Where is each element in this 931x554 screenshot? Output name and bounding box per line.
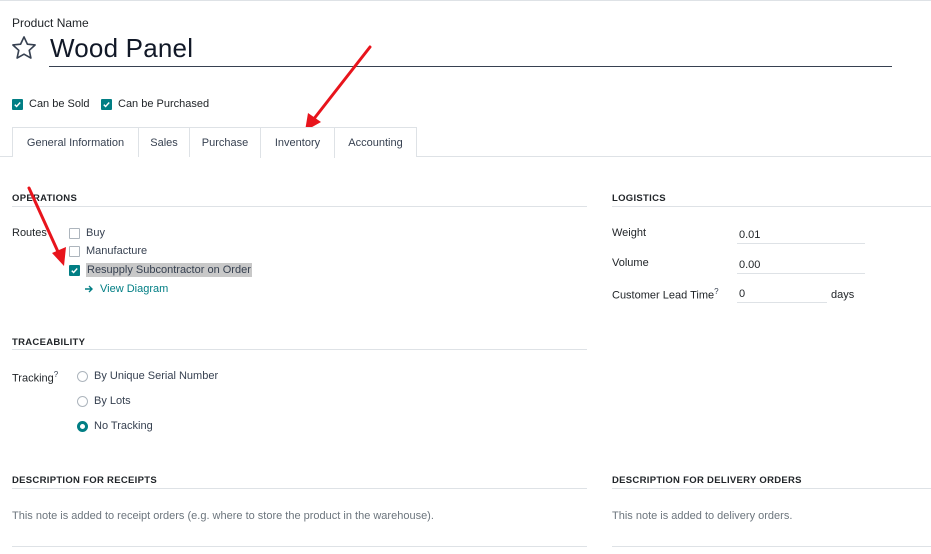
- routes-label: Routes: [12, 227, 47, 239]
- customer-lead-time-label: Customer Lead Time?: [612, 287, 719, 302]
- weight-label: Weight: [612, 227, 647, 239]
- tab-sales[interactable]: Sales: [138, 127, 190, 157]
- lead-time-unit: days: [831, 289, 855, 301]
- can-be-purchased-checkbox[interactable]: [101, 98, 112, 110]
- tracking-option-serial[interactable]: By Unique Serial Number: [77, 370, 218, 382]
- route-resupply-checkbox[interactable]: [69, 264, 80, 276]
- delivery-description-title: DESCRIPTION FOR DELIVERY ORDERS: [612, 475, 802, 486]
- volume-label: Volume: [612, 257, 649, 269]
- star-icon[interactable]: [10, 34, 38, 62]
- can-be-sold-checkbox[interactable]: [12, 98, 23, 110]
- traceability-divider: [12, 349, 587, 350]
- route-buy[interactable]: Buy: [69, 227, 105, 239]
- operations-divider: [12, 206, 587, 207]
- product-name-input[interactable]: Wood Panel: [50, 33, 193, 64]
- can-be-purchased-label: Can be Purchased: [118, 98, 210, 110]
- tab-inventory[interactable]: Inventory: [260, 127, 335, 158]
- top-border: [0, 0, 931, 1]
- receipts-divider: [12, 488, 587, 489]
- receipts-description-title: DESCRIPTION FOR RECEIPTS: [12, 475, 157, 486]
- tracking-option-none[interactable]: No Tracking: [77, 420, 153, 432]
- volume-underline: [737, 273, 865, 274]
- logistics-title: LOGISTICS: [612, 193, 666, 204]
- receipts-description-input[interactable]: This note is added to receipt orders (e.…: [12, 510, 434, 522]
- annotation-arrows: [27, 45, 372, 266]
- customer-lead-time-text: Customer Lead Time: [612, 289, 715, 302]
- route-manufacture-checkbox[interactable]: [69, 245, 80, 257]
- route-resupply-label: Resupply Subcontractor on Order: [86, 263, 252, 277]
- customer-lead-time-input[interactable]: 0: [739, 288, 745, 300]
- volume-input[interactable]: 0.00: [739, 259, 760, 271]
- logistics-divider: [612, 206, 931, 207]
- operations-title: OPERATIONS: [12, 193, 78, 204]
- product-name-underline: [49, 66, 892, 67]
- radio-no-tracking[interactable]: [77, 420, 88, 432]
- delivery-input-underline: [612, 546, 931, 547]
- tracking-serial-label: By Unique Serial Number: [94, 370, 219, 382]
- tab-purchase[interactable]: Purchase: [189, 127, 261, 157]
- traceability-title: TRACEABILITY: [12, 337, 86, 348]
- arrow-right-icon: [85, 285, 93, 293]
- receipts-input-underline: [12, 546, 587, 547]
- route-resupply-subcontractor[interactable]: Resupply Subcontractor on Order: [69, 263, 252, 277]
- weight-underline: [737, 243, 865, 244]
- product-name-label: Product Name: [12, 16, 89, 30]
- route-buy-checkbox[interactable]: [69, 227, 80, 239]
- can-be-purchased-checkbox-row[interactable]: Can be Purchased: [101, 98, 209, 110]
- route-buy-label: Buy: [86, 227, 105, 239]
- lead-time-underline: [737, 302, 827, 303]
- view-diagram-label: View Diagram: [100, 283, 169, 295]
- weight-input[interactable]: 0.01: [739, 229, 760, 241]
- tracking-text: Tracking: [12, 372, 54, 385]
- route-manufacture[interactable]: Manufacture: [69, 245, 147, 257]
- tab-accounting[interactable]: Accounting: [334, 127, 417, 157]
- delivery-description-input[interactable]: This note is added to delivery orders.: [612, 510, 792, 522]
- tracking-none-label: No Tracking: [94, 420, 153, 432]
- help-icon[interactable]: ?: [714, 287, 718, 296]
- tracking-option-lots[interactable]: By Lots: [77, 395, 131, 407]
- route-manufacture-label: Manufacture: [86, 245, 148, 257]
- tracking-label: Tracking?: [12, 370, 58, 385]
- can-be-sold-label: Can be Sold: [29, 98, 90, 110]
- radio-lots[interactable]: [77, 395, 88, 407]
- delivery-divider: [612, 488, 931, 489]
- annotation-arrow-inventory: [305, 45, 372, 131]
- view-diagram-link[interactable]: View Diagram: [84, 283, 168, 295]
- radio-serial[interactable]: [77, 370, 88, 382]
- tracking-lots-label: By Lots: [94, 395, 131, 407]
- tab-general-information[interactable]: General Information: [12, 127, 139, 157]
- can-be-sold-checkbox-row[interactable]: Can be Sold: [12, 98, 90, 110]
- help-icon[interactable]: ?: [54, 370, 58, 379]
